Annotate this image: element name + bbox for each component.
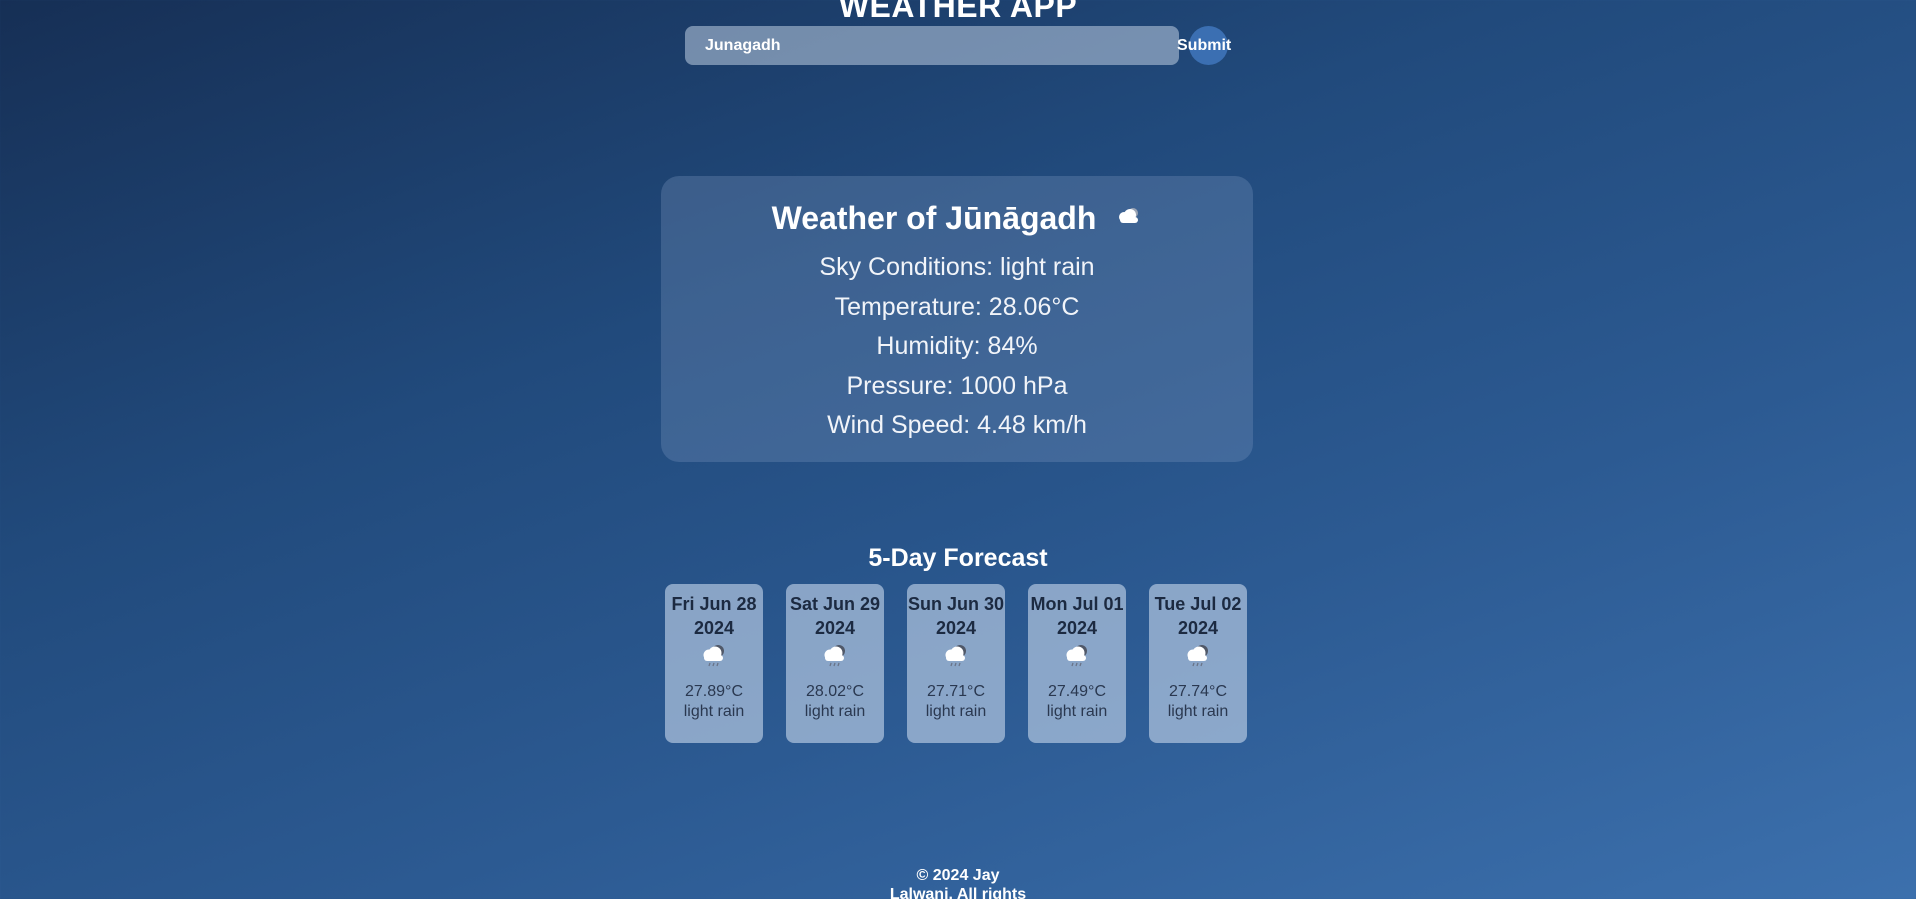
forecast-temperature: 27.89°C (685, 683, 743, 700)
forecast-temperature: 27.49°C (1048, 683, 1106, 700)
forecast-description: light rain (804, 703, 866, 720)
wind-speed: Wind Speed: 4.48 km/h (827, 411, 1087, 439)
forecast-date: Sat Jun 29 2024 (789, 594, 881, 638)
forecast-temperature: 27.71°C (927, 683, 985, 700)
forecast-card: Fri Jun 28 2024 27.89°C light rain (665, 584, 763, 743)
rain-cloud-icon (665, 642, 763, 682)
rain-cloud-icon (907, 642, 1005, 682)
forecast-description: light rain (1046, 703, 1108, 720)
current-weather-title: Weather of Jūnāgadh (771, 200, 1097, 236)
forecast-date: Mon Jul 01 2024 (1030, 594, 1124, 638)
footer: © 2024 Jay Lalwani. All rights (0, 866, 1916, 899)
temperature: Temperature: 28.06°C (834, 292, 1080, 321)
rain-cloud-icon (786, 642, 884, 682)
pressure: Pressure: 1000 hPa (846, 371, 1068, 400)
forecast-date: Tue Jul 02 2024 (1154, 594, 1242, 638)
forecast-card: Tue Jul 02 2024 27.74°C light rain (1149, 584, 1247, 743)
forecast-card: Sat Jun 29 2024 28.02°C light rain (786, 584, 884, 743)
city-search-input[interactable] (685, 26, 1179, 65)
current-weather-card: Weather of Jūnāgadh Sky Conditions: ligh… (661, 176, 1253, 462)
forecast-card: Mon Jul 01 2024 27.49°C light rain (1028, 584, 1126, 743)
forecast-date: Sun Jun 30 2024 (907, 594, 1005, 638)
forecast-description: light rain (1167, 703, 1229, 720)
current-weather-heading: Weather of Jūnāgadh (661, 198, 1253, 238)
forecast-description: light rain (683, 703, 745, 720)
forecast-temperature: 27.74°C (1169, 683, 1227, 700)
forecast-description: light rain (925, 703, 987, 720)
cloud-icon (1116, 198, 1142, 238)
forecast-list: Fri Jun 28 2024 27.89°C light rain Sat J… (665, 584, 1247, 743)
submit-button[interactable]: Submit (1177, 26, 1231, 65)
search-bar: Submit (685, 26, 1231, 65)
app-title: WEATHER APP (838, 0, 1078, 24)
rain-cloud-icon (1028, 642, 1126, 682)
humidity: Humidity: 84% (876, 332, 1038, 360)
forecast-heading: 5-Day Forecast (868, 544, 1048, 572)
footer-copyright: © 2024 Jay Lalwani. All rights (889, 867, 1027, 899)
submit-button-wrap: Submit (1177, 26, 1231, 65)
forecast-temperature: 28.02°C (806, 683, 864, 700)
forecast-card: Sun Jun 30 2024 27.71°C light rain (907, 584, 1005, 743)
forecast-date: Fri Jun 28 2024 (671, 594, 757, 638)
sky-conditions: Sky Conditions: light rain (819, 253, 1095, 281)
rain-cloud-icon (1149, 642, 1247, 682)
